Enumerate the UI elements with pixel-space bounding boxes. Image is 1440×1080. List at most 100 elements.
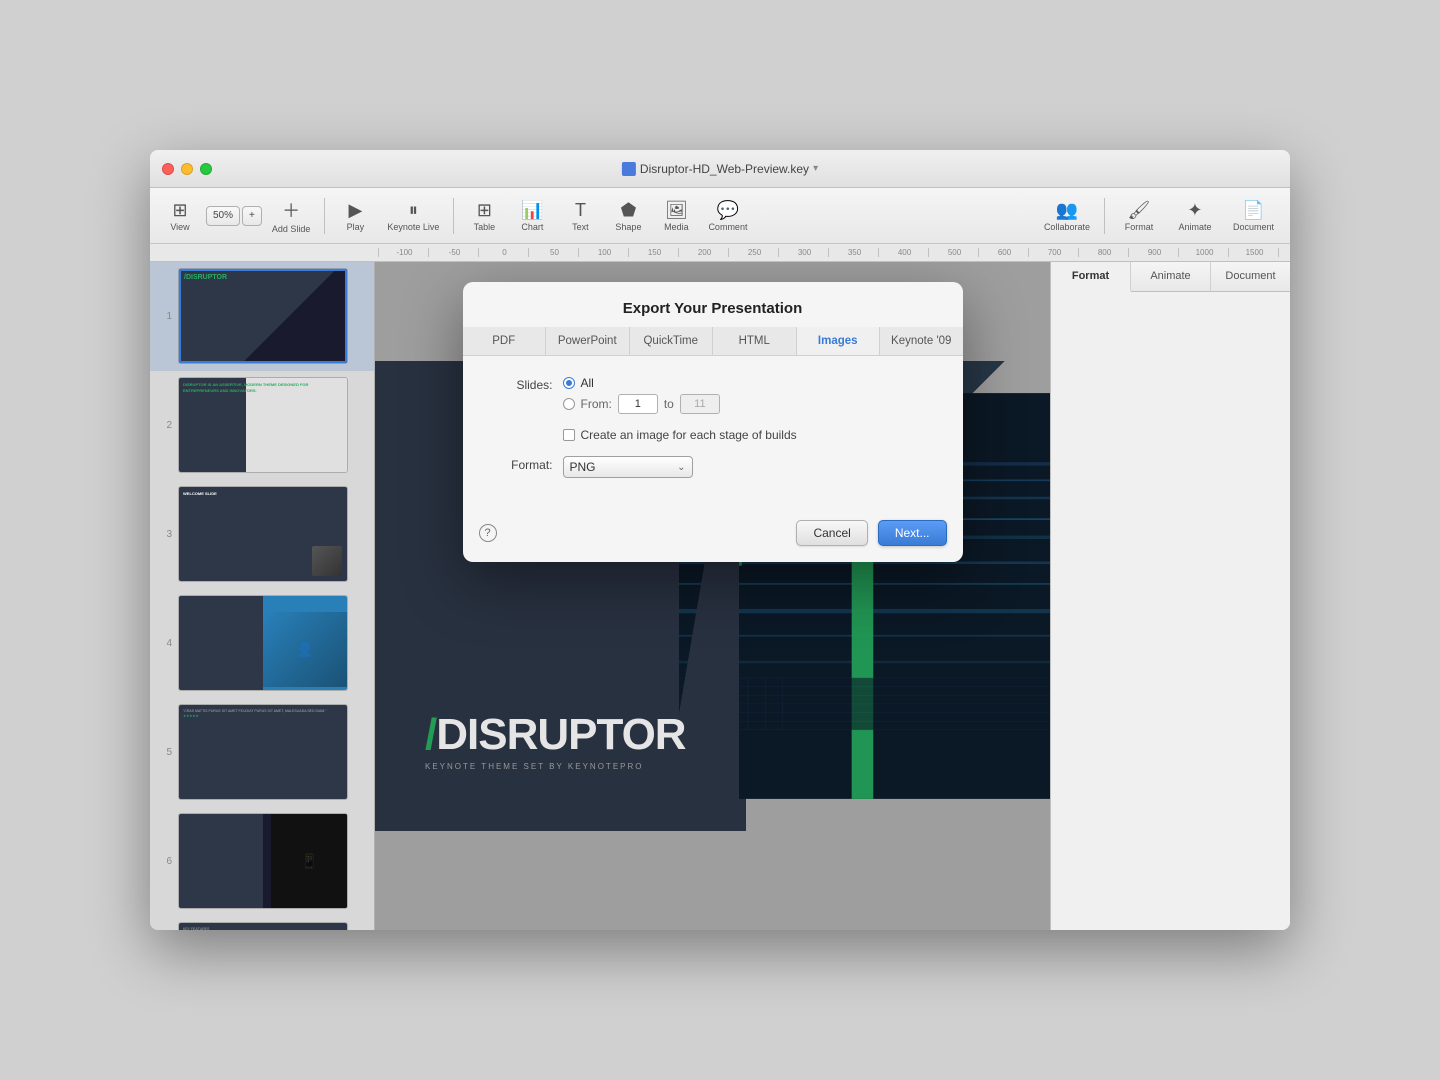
table-icon: ⊞ — [477, 200, 492, 221]
slide-phone-preview: 📱 — [271, 814, 347, 908]
slide-item[interactable]: 6 📱 — [150, 807, 374, 916]
toolbar-comment[interactable]: 💬 Comment — [702, 192, 753, 240]
chart-label: Chart — [521, 223, 543, 232]
table-label: Table — [474, 223, 496, 232]
dialog-tab-quicktime[interactable]: QuickTime — [630, 327, 714, 355]
slide-thumb-inner: KEY FEATURES — [179, 923, 347, 930]
dialog-tab-html[interactable]: HTML — [713, 327, 797, 355]
mac-window: Disruptor-HD_Web-Preview.key ▾ ⊞ View 50… — [150, 150, 1290, 930]
slide-item[interactable]: 1 /DISRUPTOR — [150, 262, 374, 371]
dialog-tab-pdf[interactable]: PDF — [463, 327, 547, 355]
slide-thumbnail[interactable]: 👤 — [178, 595, 348, 691]
chart-icon: 📊 — [521, 200, 543, 221]
slide-photo: 👤 — [263, 612, 347, 687]
slide-content-preview: KEY FEATURES — [179, 923, 347, 930]
slide-thumbnail[interactable]: KEY FEATURES — [178, 922, 348, 930]
format-label: Format: — [493, 456, 553, 472]
dialog-checkbox-row: Create an image for each stage of builds — [563, 428, 933, 442]
keynote-live-icon: ⏸ — [409, 200, 418, 221]
ruler-mark: 200 — [678, 248, 728, 257]
media-icon: 🖼 — [665, 200, 688, 221]
toolbar-chart[interactable]: 📊 Chart — [510, 192, 554, 240]
to-input[interactable]: 11 — [680, 394, 720, 414]
slide-thumbnail[interactable]: DISRUPTOR IS AN ASSERTIVE, MODERN THEME … — [178, 377, 348, 473]
canvas-area[interactable]: /DISRUPTOR KEYNOTE THEME SET BY KEYNOTEP… — [375, 262, 1050, 930]
dialog-body: Slides: All From: 1 to — [463, 356, 963, 512]
close-button[interactable] — [162, 163, 174, 175]
toolbar-sep-1 — [324, 198, 325, 234]
maximize-button[interactable] — [200, 163, 212, 175]
toolbar-document[interactable]: 📄 Document — [1225, 192, 1282, 240]
slide-thumb-inner: /DISRUPTOR — [179, 269, 347, 363]
toolbar-play[interactable]: ▶ Play — [333, 192, 377, 240]
slide-item[interactable]: 2 DISRUPTOR IS AN ASSERTIVE, MODERN THEM… — [150, 371, 374, 480]
slide-panel[interactable]: 1 /DISRUPTOR 2 DISRUPTOR IS AN ASSERTIVE… — [150, 262, 375, 930]
right-panel-tab-format[interactable]: Format — [1051, 262, 1131, 292]
traffic-lights — [162, 163, 212, 175]
minimize-button[interactable] — [181, 163, 193, 175]
toolbar-shape[interactable]: ⬟ Shape — [606, 192, 650, 240]
title-bar-center: Disruptor-HD_Web-Preview.key ▾ — [622, 162, 818, 176]
checkbox-builds[interactable] — [563, 429, 575, 441]
slide-item[interactable]: 7 KEY FEATURES — [150, 916, 374, 930]
right-panel-tab-document[interactable]: Document — [1211, 262, 1290, 291]
media-label: Media — [664, 223, 689, 232]
toolbar-right: 👥 Collaborate 🖌 Format ✦ Animate 📄 Docum… — [1038, 192, 1282, 240]
right-panel-tabs: Format Animate Document — [1051, 262, 1290, 292]
toolbar-add-slide[interactable]: ＋ Add Slide — [266, 192, 317, 240]
slide-thumbnail[interactable]: 📱 — [178, 813, 348, 909]
cancel-button[interactable]: Cancel — [796, 520, 867, 546]
toolbar-keynote-live[interactable]: ⏸ Keynote Live — [381, 192, 445, 240]
format-icon: 🖌 — [1128, 200, 1151, 221]
slide-thumbnail[interactable]: WELCOME SLIDE — [178, 486, 348, 582]
play-icon: ▶ — [348, 200, 362, 221]
slide-item[interactable]: 5 "CRAS MATTIS PURUS SIT AMET FEUGIAT PU… — [150, 698, 374, 807]
toolbar-media[interactable]: 🖼 Media — [654, 192, 698, 240]
dialog-tab-images[interactable]: Images — [797, 327, 881, 355]
all-label: All — [581, 376, 594, 390]
slide-thumbnail[interactable]: "CRAS MATTIS PURUS SIT AMET FEUGIAT PURU… — [178, 704, 348, 800]
collaborate-label: Collaborate — [1044, 223, 1090, 232]
from-input[interactable]: 1 — [618, 394, 658, 414]
right-panel-tab-animate[interactable]: Animate — [1131, 262, 1211, 291]
format-select[interactable]: PNG ⌄ — [563, 456, 693, 478]
next-button[interactable]: Next... — [878, 520, 947, 546]
help-button[interactable]: ? — [479, 524, 497, 542]
slide-item[interactable]: 3 WELCOME SLIDE — [150, 480, 374, 589]
title-bar: Disruptor-HD_Web-Preview.key ▾ — [150, 150, 1290, 188]
ruler-mark: 0 — [478, 248, 528, 257]
document-icon: 📄 — [1242, 200, 1264, 221]
toolbar-format[interactable]: 🖌 Format — [1113, 192, 1165, 240]
dialog-tab-keynote09[interactable]: Keynote '09 — [880, 327, 963, 355]
toolbar-text[interactable]: T Text — [558, 192, 602, 240]
ruler-mark: 700 — [1028, 248, 1078, 257]
export-dialog: Export Your Presentation PDF PowerPoint … — [463, 282, 963, 562]
title-chevron-icon: ▾ — [813, 163, 818, 174]
ruler-mark: 150 — [628, 248, 678, 257]
toolbar-animate[interactable]: ✦ Animate — [1169, 192, 1221, 240]
view-label: View — [170, 223, 189, 232]
zoom-value[interactable]: 50% — [206, 206, 240, 226]
slide-img-preview — [312, 546, 342, 576]
dialog-tab-powerpoint[interactable]: PowerPoint — [546, 327, 630, 355]
view-icon: ⊞ — [172, 200, 187, 221]
slide-item[interactable]: 4 👤 — [150, 589, 374, 698]
slide-content-preview: "CRAS MATTIS PURUS SIT AMET FEUGIAT PURU… — [179, 705, 347, 722]
slide-content-preview: DISRUPTOR IS AN ASSERTIVE, MODERN THEME … — [179, 378, 347, 397]
ruler-mark: -50 — [428, 248, 478, 257]
toolbar-collaborate[interactable]: 👥 Collaborate — [1038, 192, 1096, 240]
format-value: PNG — [570, 460, 596, 474]
zoom-plus-button[interactable]: + — [242, 206, 262, 226]
radio-all[interactable] — [563, 377, 575, 389]
toolbar-table[interactable]: ⊞ Table — [462, 192, 506, 240]
toolbar-view[interactable]: ⊞ View — [158, 192, 202, 240]
ruler-mark: 900 — [1128, 248, 1178, 257]
ruler-mark: -100 — [378, 248, 428, 257]
from-label: From: — [581, 397, 612, 411]
radio-from[interactable] — [563, 398, 575, 410]
ruler-mark: 1000 — [1178, 248, 1228, 257]
slide-thumbnail[interactable]: /DISRUPTOR — [178, 268, 348, 364]
ruler: -100 -50 0 50 100 150 200 250 300 350 40… — [150, 244, 1290, 262]
slide-thumb-inner: "CRAS MATTIS PURUS SIT AMET FEUGIAT PURU… — [179, 705, 347, 799]
play-label: Play — [347, 223, 365, 232]
